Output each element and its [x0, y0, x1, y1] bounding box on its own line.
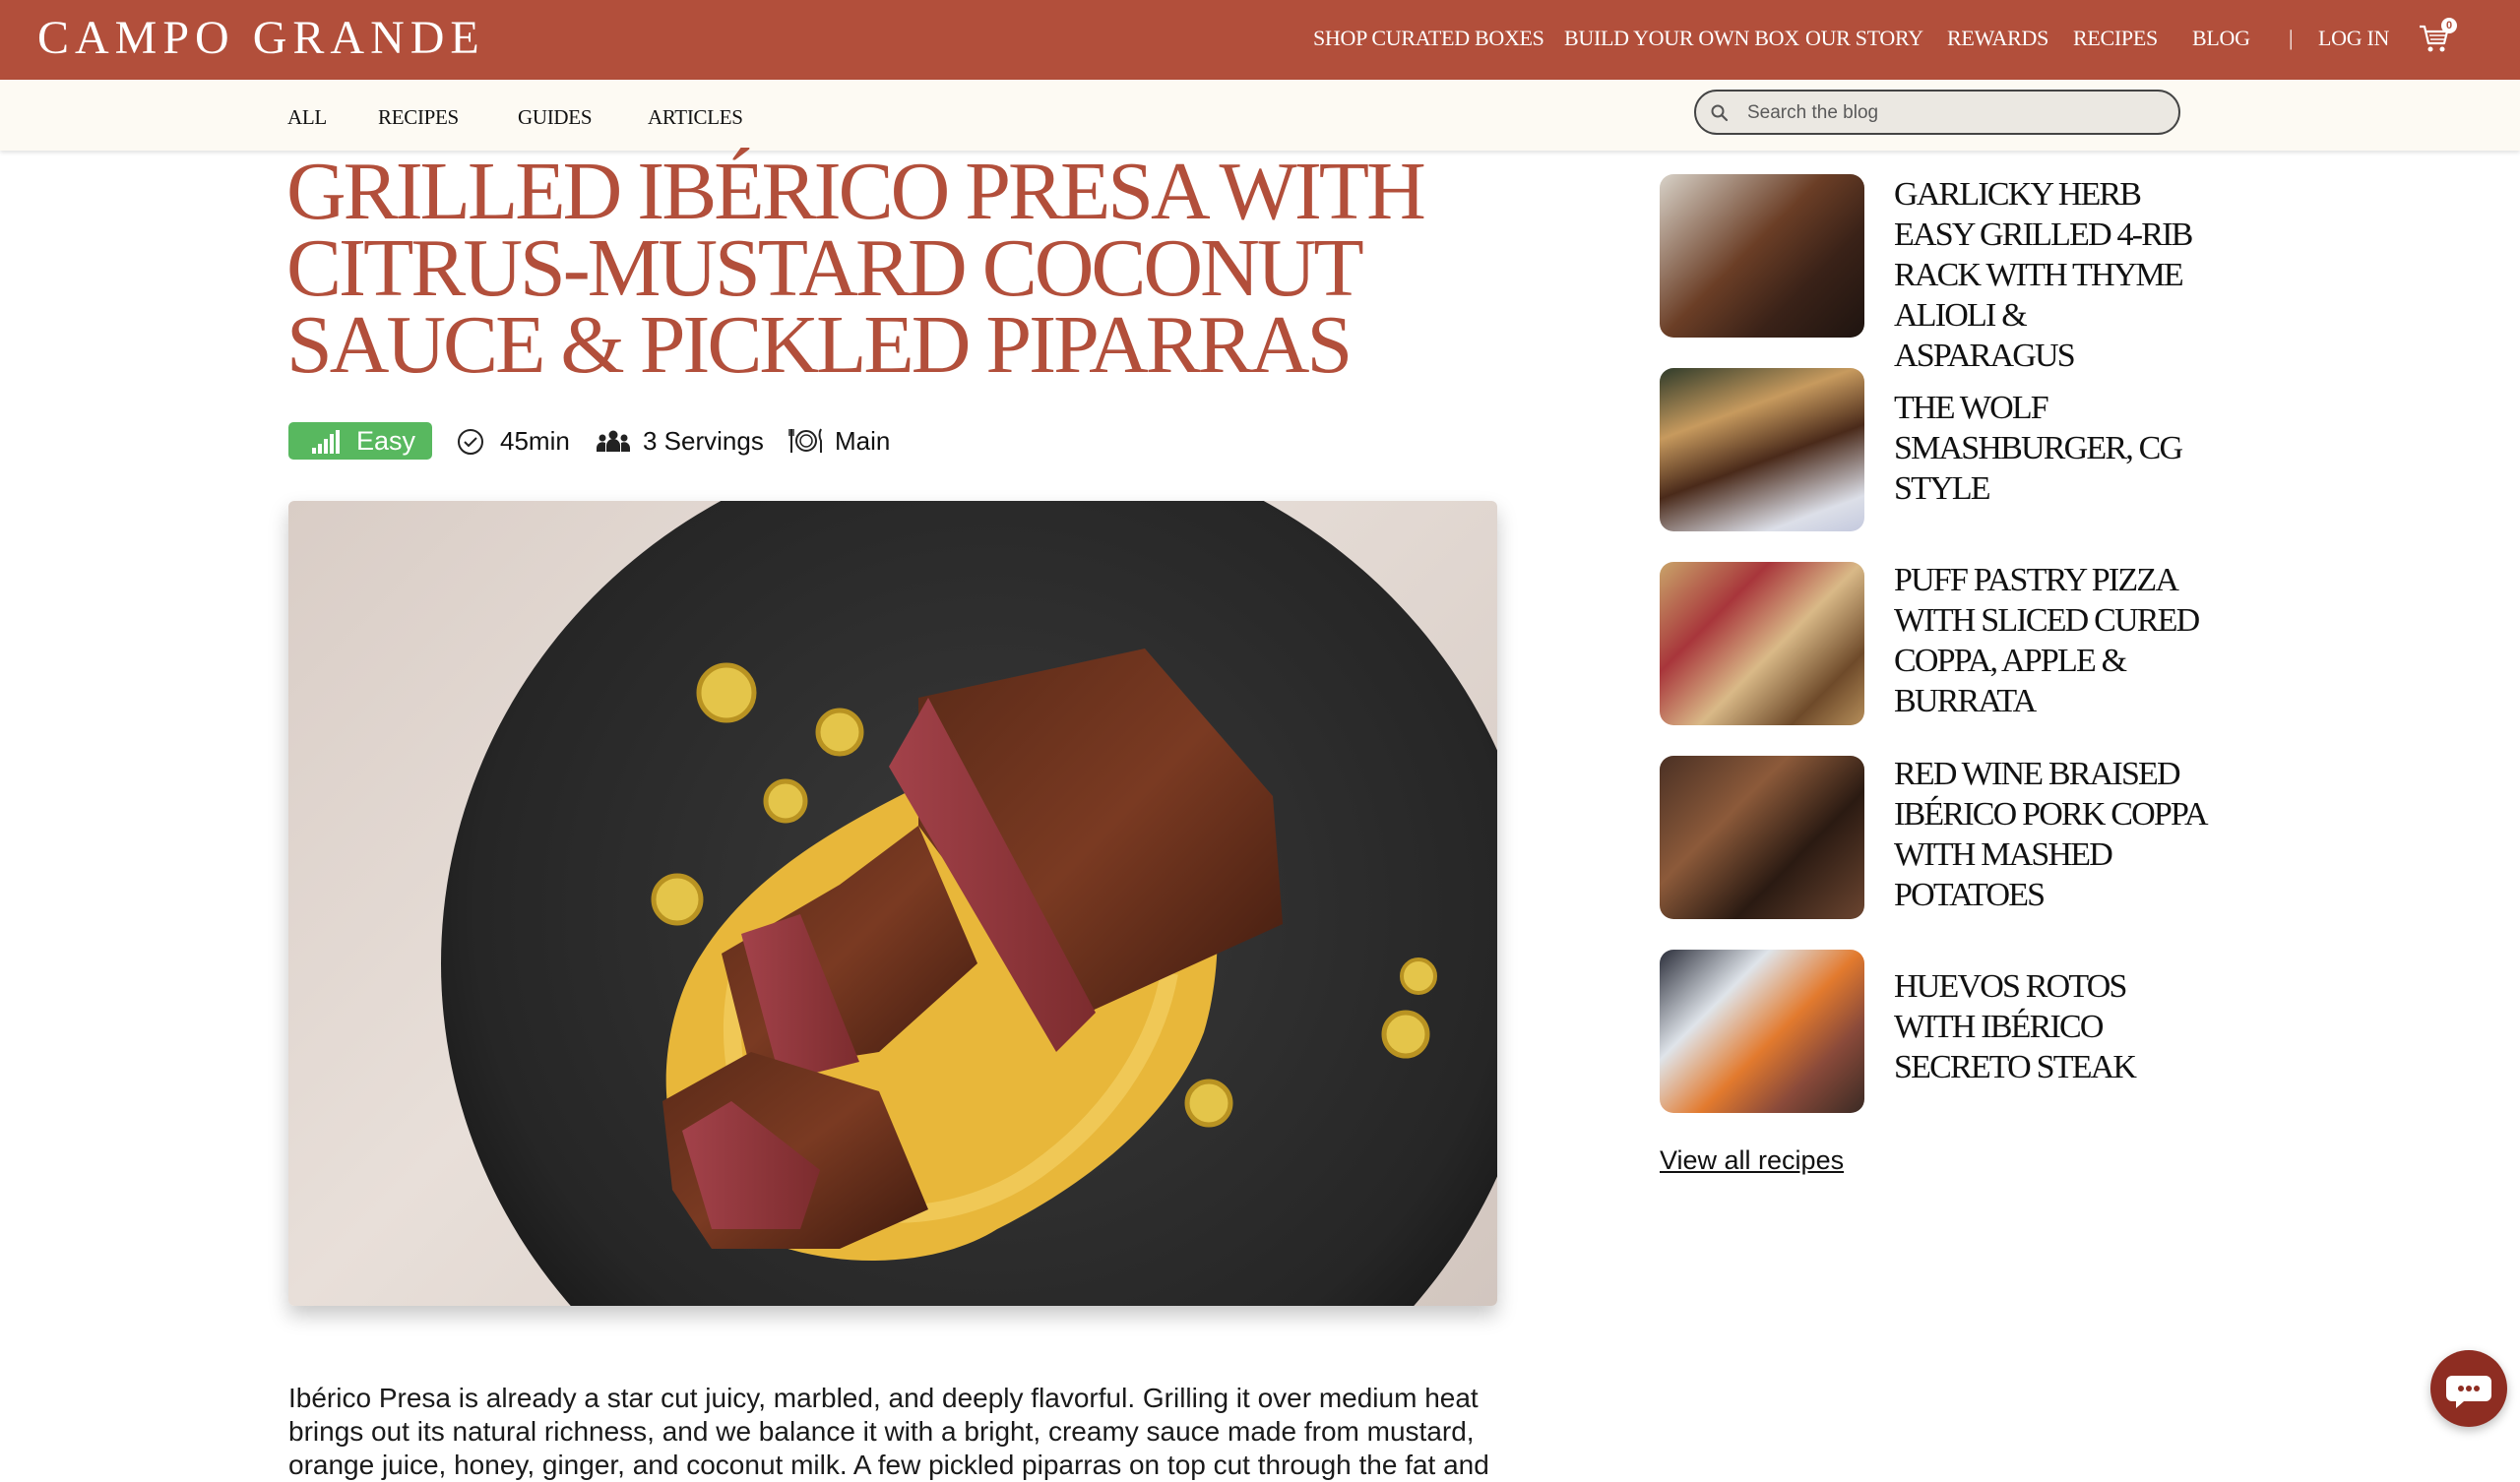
- sidebar-recipe-title[interactable]: GARLICKY HERB EASY GRILLED 4-RIB RACK WI…: [1894, 174, 2209, 376]
- sidebar-recipe-card[interactable]: HUEVOS ROTOS WITH IBÉRICO SECRETO STEAK: [1660, 950, 2211, 1113]
- difficulty-badge: Easy: [288, 422, 432, 460]
- subnav-guides[interactable]: GUIDES: [518, 103, 593, 131]
- nav-build-your-own-box[interactable]: BUILD YOUR OWN BOX: [1564, 24, 1799, 53]
- sidebar-recipe-card[interactable]: PUFF PASTRY PIZZA WITH SLICED CURED COPP…: [1660, 562, 2211, 725]
- sidebar-recipe-card[interactable]: THE WOLF SMASHBURGER, CG STYLE: [1660, 368, 2211, 531]
- huevos-rotos-thumbnail[interactable]: [1660, 950, 1864, 1113]
- time-label: 45min: [500, 426, 570, 456]
- sidebar-recipe-title[interactable]: PUFF PASTRY PIZZA WITH SLICED CURED COPP…: [1894, 560, 2209, 721]
- nav-rewards[interactable]: REWARDS: [1947, 24, 2048, 53]
- servings-label: 3 Servings: [643, 426, 764, 456]
- nav-our-story[interactable]: OUR STORY: [1805, 24, 1923, 53]
- blog-search[interactable]: [1694, 90, 2180, 135]
- subnav-all[interactable]: ALL: [287, 103, 327, 131]
- sidebar-recipe-card[interactable]: RED WINE BRAISED IBÉRICO PORK COPPA WITH…: [1660, 756, 2211, 919]
- main-nav: SHOP CURATED BOXES BUILD YOUR OWN BOX OU…: [0, 0, 2520, 80]
- difficulty-bars-icon: [312, 430, 340, 454]
- subnav-recipes[interactable]: RECIPES: [378, 103, 459, 131]
- nav-blog[interactable]: BLOG: [2192, 24, 2250, 53]
- time-meta: 45min: [457, 422, 585, 460]
- recipe-meta: Easy 45min 3 Servings Main: [288, 422, 1076, 462]
- login-link[interactable]: LOG IN: [2318, 24, 2389, 53]
- chat-button[interactable]: [2430, 1350, 2507, 1427]
- difficulty-label: Easy: [356, 426, 416, 456]
- nav-shop-curated-boxes[interactable]: SHOP CURATED BOXES: [1313, 24, 1544, 53]
- sidebar-recipe-card[interactable]: GARLICKY HERB EASY GRILLED 4-RIB RACK WI…: [1660, 174, 2211, 374]
- grilled-presa-plate-illustration: [441, 501, 1497, 1306]
- cart-count-badge: 0: [2441, 18, 2457, 33]
- rack-of-ribs-thumbnail[interactable]: [1660, 174, 1864, 338]
- course-label: Main: [835, 426, 891, 456]
- search-icon: [1711, 104, 1729, 122]
- braised-coppa-thumbnail[interactable]: [1660, 756, 1864, 919]
- view-all-recipes-link[interactable]: View all recipes: [1660, 1143, 1844, 1177]
- sidebar-recipe-title[interactable]: THE WOLF SMASHBURGER, CG STYLE: [1894, 388, 2209, 509]
- course-meta: Main: [788, 422, 897, 460]
- article-title: GRILLED IBÉRICO PRESA WITH CITRUS-MUSTAR…: [286, 146, 1426, 391]
- clock-icon: [458, 429, 483, 455]
- subnav-articles[interactable]: ARTICLES: [648, 103, 743, 131]
- nav-recipes[interactable]: RECIPES: [2073, 24, 2158, 53]
- chat-bubble-icon: [2446, 1376, 2491, 1408]
- blog-subnav: ALL RECIPES GUIDES ARTICLES: [0, 80, 2520, 151]
- top-header: CAMPO GRANDE SHOP CURATED BOXES BUILD YO…: [0, 0, 2520, 80]
- sidebar-recipe-title[interactable]: RED WINE BRAISED IBÉRICO PORK COPPA WITH…: [1894, 754, 2209, 915]
- servings-meta: 3 Servings: [597, 422, 784, 460]
- hero-image: [288, 501, 1497, 1306]
- sidebar-recipe-title[interactable]: HUEVOS ROTOS WITH IBÉRICO SECRETO STEAK: [1894, 966, 2209, 1087]
- nav-separator: |: [2289, 26, 2294, 50]
- article-intro: Ibérico Presa is already a star cut juic…: [288, 1383, 1489, 1480]
- search-input[interactable]: [1745, 92, 2163, 135]
- smashburger-thumbnail[interactable]: [1660, 368, 1864, 531]
- people-icon: [597, 430, 630, 452]
- plate-cutlery-icon: [788, 428, 822, 453]
- puff-pastry-pizza-thumbnail[interactable]: [1660, 562, 1864, 725]
